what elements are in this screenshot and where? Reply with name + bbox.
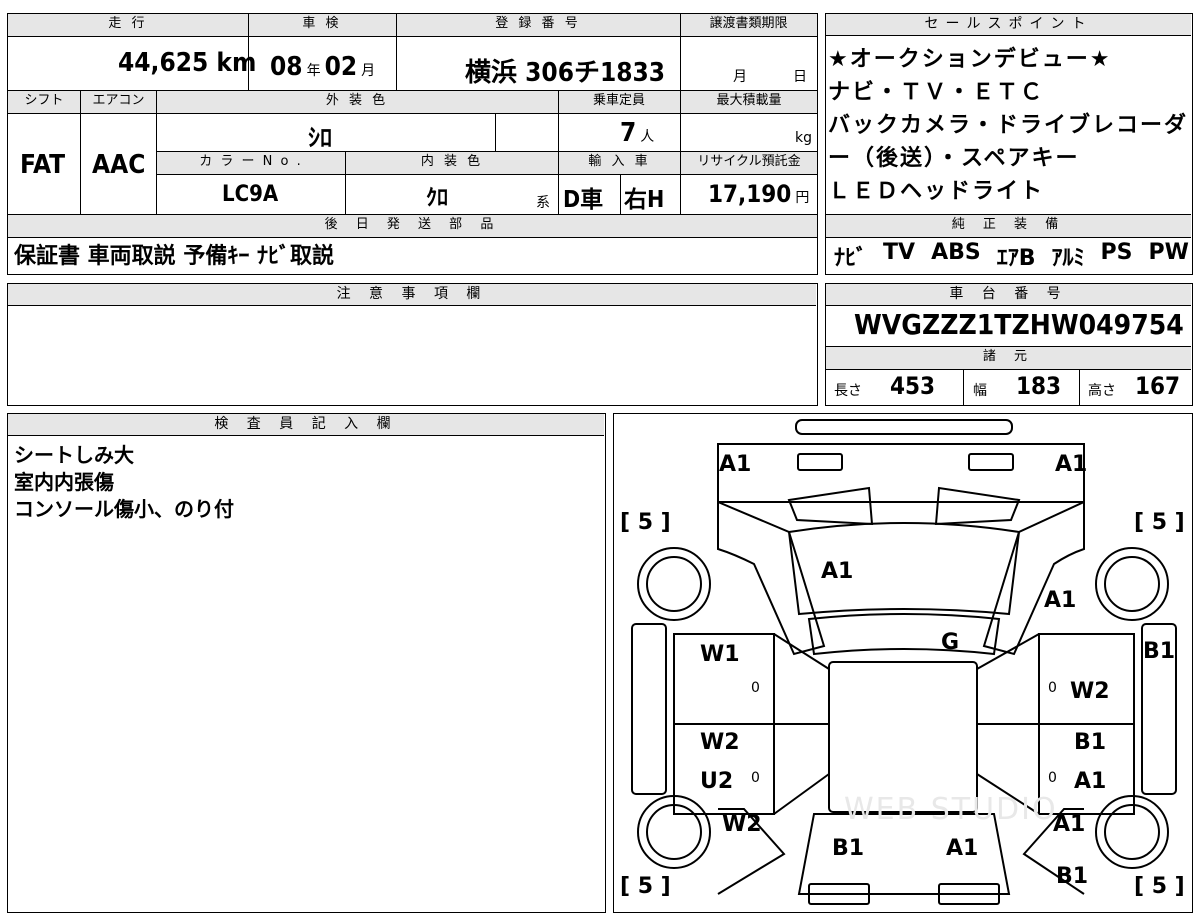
height-value: 167 [1135,372,1181,400]
equipment-item: ｴｱB [996,246,1036,271]
width-label: 幅 [973,383,987,399]
chassis-number-header: 車 台 番 号 [826,284,1191,306]
damage-tailgate-left: B1 [832,836,865,861]
watermark: WEB STUDIO [844,792,1058,827]
interior-color-unit: 系 [536,195,550,211]
recycle-deposit-value: 17,190 円 [708,180,810,208]
damage-rear-left-door-zero: 0 [751,770,760,786]
mileage-value: 44,625 km [118,48,257,78]
inspector-note-line: コンソール傷小、のり付 [14,497,234,521]
damage-front-left: A1 [719,452,752,477]
damage-rear-right-lower: B1 [1056,864,1089,889]
sales-point-line: ー（後送）・スペアキー [828,146,1080,171]
sales-point-line: バックカメラ・ドライブレコーダ [828,113,1189,138]
wheel-count-top-right: [ 5 ] [1134,510,1185,535]
equipment-item: PS [1100,240,1133,265]
registration-value: 横浜 306チ1833 [465,58,666,88]
damage-front-left-door-zero: 0 [751,680,760,696]
damage-diagram: [ 5 ] [ 5 ] [ 5 ] [ 5 ] A1 A1 A1 A1 G B1… [613,413,1193,913]
import-drive-value: D車 [563,187,604,213]
damage-hood: A1 [821,559,854,584]
transfer-day-unit: 日 [793,69,807,85]
shift-value: FAT [20,150,66,180]
damage-tailgate-right: A1 [946,836,979,861]
damage-windshield: G [941,630,960,655]
specs-header: 諸 元 [826,347,1191,369]
length-value: 453 [890,372,936,400]
wheel-count-bottom-right: [ 5 ] [1134,874,1185,899]
wheel-count-bottom-left: [ 5 ] [620,874,671,899]
import-handle-value: 右H [624,187,665,213]
sales-points-list: ★オークションデビュー★ ナビ・ＴＶ・ＥＴＣ バックカメラ・ドライブレコーダ ー… [828,43,1188,208]
inspector-box: 検 査 員 記 入 欄 シートしみ大 室内内張傷 コンソール傷小、のり付 [7,413,606,913]
recycle-deposit-header: リサイクル預託金 [681,152,817,174]
exterior-color-value: ｼﾛ [308,124,332,152]
transfer-month-unit: 月 [733,69,747,85]
equipment-item: TV [883,240,916,265]
registration-header: 登 録 番 号 [396,14,680,36]
aircon-value: AAC [92,150,146,180]
exterior-color-header: 外 装 色 [156,91,558,113]
color-no-value: LC9A [222,182,279,207]
shift-header: シフト [8,91,80,113]
inspector-note-line: シートしみ大 [14,443,134,467]
notes-box: 注 意 事 項 欄 [7,283,818,406]
wheel-count-top-left: [ 5 ] [620,510,671,535]
sales-points-header: セールスポイント [826,14,1191,36]
aircon-header: エアコン [81,91,156,113]
sales-point-line: ナビ・ＴＶ・ＥＴＣ [828,80,1045,105]
genuine-equipment-list: ﾅﾋﾞ TV ABS ｴｱB ｱﾙﾐ PS PW [834,240,1189,272]
inspector-notes-list: シートしみ大 室内内張傷 コンソール傷小、のり付 [14,442,234,523]
max-load-unit: kg [795,130,812,146]
equipment-item: ﾅﾋﾞ [834,246,868,271]
inspection-header: 車 検 [248,14,396,36]
inspector-header: 検 査 員 記 入 欄 [8,414,604,436]
genuine-equipment-header: 純 正 装 備 [826,215,1191,237]
damage-front-left-door: W1 [700,642,740,667]
equipment-item: ｱﾙﾐ [1051,246,1085,271]
damage-right-front-fender: A1 [1044,588,1077,613]
inspector-note-line: 室内内張傷 [14,470,114,494]
equipment-item: PW [1148,240,1189,265]
chassis-number-value: WVGZZZ1TZHW049754 [854,308,1184,341]
sales-point-line: ★オークションデビュー★ [828,47,1112,72]
damage-rear-left-door-u: U2 [700,769,734,794]
later-parts-header: 後 日 発 送 部 品 [8,215,817,237]
sales-point-line: ＬＥＤヘッドライト [828,179,1045,204]
inspection-value: 08 年 02 月 [270,52,376,82]
equipment-item: ABS [931,240,981,265]
damage-right-panel: B1 [1143,639,1176,664]
max-load-header: 最大積載量 [681,91,817,113]
length-label: 長さ [834,383,862,399]
damage-rear-right-fender: A1 [1053,812,1086,837]
vehicle-info-table: 走 行 車 検 登 録 番 号 譲渡書類期限 44,625 km 08 年 02 月 … [7,13,818,275]
interior-color-value: ｸﾛ [426,186,449,211]
transfer-deadline-header: 譲渡書類期限 [680,14,817,36]
color-no-header: カ ラ ー N o . [157,152,345,174]
mileage-header: 走 行 [8,14,248,36]
sales-points-box: セールスポイント ★オークションデビュー★ ナビ・ＴＶ・ＥＴＣ バックカメラ・ド… [825,13,1193,275]
damage-rear-left-fender: W2 [722,812,762,837]
chassis-specs-box: 車 台 番 号 WVGZZZ1TZHW049754 諸 元 長さ 453 幅 1… [825,283,1193,406]
import-header: 輸 入 車 [559,152,680,174]
notes-header: 注 意 事 項 欄 [8,284,816,306]
damage-rear-right-door-a: A1 [1074,769,1107,794]
damage-rear-right-door-b: B1 [1074,730,1107,755]
interior-color-header: 内 装 色 [346,152,558,174]
capacity-header: 乗車定員 [558,91,680,113]
damage-rear-left-door: W2 [700,730,740,755]
later-parts-value: 保証書 車両取説 予備ｷｰ ﾅﾋﾞ取説 [14,244,334,269]
damage-front-right-door-zero: 0 [1048,680,1057,696]
damage-front-right: A1 [1055,452,1088,477]
width-value: 183 [1016,372,1062,400]
height-label: 高さ [1088,383,1116,399]
damage-front-right-door: W2 [1070,679,1110,704]
damage-rear-right-door-zero: 0 [1048,770,1057,786]
capacity-value: 7人 [620,118,655,148]
